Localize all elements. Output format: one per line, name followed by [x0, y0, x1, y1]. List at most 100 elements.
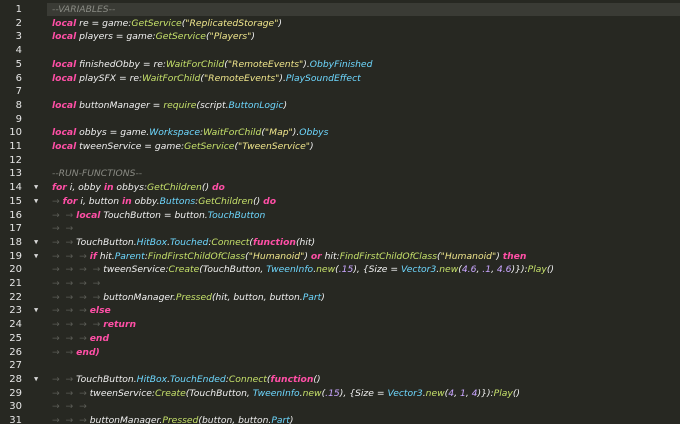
code-line[interactable]: 8 local buttonManager = require(script.Bu…	[0, 99, 680, 113]
code-token: buttonManager =	[76, 99, 164, 111]
code-token: players =	[76, 31, 127, 43]
line-number: 31	[9, 415, 22, 424]
fold-toggle-icon[interactable]: ▼	[34, 250, 38, 264]
code-line[interactable]: 20 → → → → tweenService:Create(TouchButto…	[0, 263, 680, 277]
code-token: end)	[76, 346, 100, 358]
code-token: GetService	[155, 31, 206, 43]
code-token: do	[211, 182, 225, 194]
code-line[interactable]: 31 → → → buttonManager.Pressed(button, bu…	[0, 414, 680, 424]
code-token: GetChildren	[198, 195, 254, 207]
code-token: Connect	[211, 236, 250, 248]
line-code: → →	[52, 222, 73, 236]
code-line[interactable]: 24 → → → → return	[0, 318, 680, 332]
code-token: for	[52, 182, 67, 194]
fold-toggle-icon[interactable]: ▼	[34, 195, 38, 209]
code-token: ButtonLogic	[228, 99, 284, 111]
code-line[interactable]: 19 ▼ → → → if hit.Parent:FindFirstChildOfC…	[0, 250, 680, 264]
line-number: 23	[9, 305, 22, 317]
line-number: 14	[9, 182, 22, 194]
code-line[interactable]: 25 → → → end	[0, 332, 680, 346]
code-token: Play	[527, 264, 547, 276]
code-line[interactable]: 21 → → → →	[0, 277, 680, 291]
line-number: 15	[9, 195, 22, 207]
code-line[interactable]: 28 ▼ → → TouchButton.HitBox.TouchEnded:Con…	[0, 373, 680, 387]
code-line[interactable]: 30 → → →	[0, 400, 680, 414]
line-number: 6	[15, 72, 22, 84]
indent-guide: → → → →	[52, 319, 104, 331]
code-token: local	[52, 17, 77, 29]
indent-guide: → → →	[52, 305, 90, 317]
code-token: Play	[493, 387, 513, 399]
code-line[interactable]: 6 local playSFX = re:WaitForChild("Remote…	[0, 72, 680, 86]
code-token: "Humanoid"	[248, 250, 305, 262]
indent-guide: → →	[52, 236, 77, 248]
code-line[interactable]: 18 ▼ → → TouchButton.HitBox.Touched:Connec…	[0, 236, 680, 250]
code-token: HitBox	[136, 373, 168, 385]
line-code: → → →	[52, 400, 87, 414]
line-number: 29	[9, 387, 22, 399]
code-line[interactable]: 17 → →	[0, 222, 680, 236]
code-token: )	[309, 141, 314, 152]
code-token: game	[126, 31, 153, 43]
code-token: WaitForChild	[203, 127, 262, 139]
fold-toggle-icon[interactable]: ▼	[34, 236, 38, 250]
code-token: .15	[325, 387, 340, 399]
code-line[interactable]: 12	[0, 154, 680, 168]
code-token: )	[321, 291, 325, 303]
code-line[interactable]: 27	[0, 359, 680, 373]
code-line[interactable]: 1 --VARIABLES--	[0, 3, 680, 17]
code-token: TouchButton.	[76, 236, 137, 248]
code-line[interactable]: 23 ▼ → → → else	[0, 304, 680, 318]
code-token: Pressed	[175, 291, 212, 303]
code-token: TweenInfo	[252, 387, 300, 399]
code-line[interactable]: 29 → → → tweenService:Create(TouchButton,…	[0, 387, 680, 401]
code-line[interactable]: 4	[0, 44, 680, 58]
code-token: "RemoteEvents"	[227, 58, 304, 70]
fold-toggle-icon[interactable]: ▼	[34, 304, 38, 318]
code-token: TouchButton	[207, 209, 266, 221]
code-line[interactable]: 3 local players = game:GetService("Player…	[0, 30, 680, 44]
code-line[interactable]: 5 local finishedObby = re:WaitForChild("R…	[0, 58, 680, 72]
code-token: new	[316, 264, 336, 276]
indent-guide: →	[52, 195, 63, 207]
code-line[interactable]: 15 ▼ → for i, button in obby.Buttons:GetCh…	[0, 195, 680, 209]
code-token: function	[270, 373, 314, 385]
code-token: FindFirstChildOfClass	[339, 250, 437, 262]
fold-toggle-icon[interactable]: ▼	[34, 373, 38, 387]
code-token: ), {Size =	[339, 387, 388, 399]
code-line[interactable]: 16 → → local TouchButton = button.TouchBu…	[0, 209, 680, 223]
code-token: Parent	[114, 250, 145, 262]
indent-guide: → → → →	[52, 291, 104, 303]
indent-guide: → →	[52, 209, 77, 221]
code-token: )}):	[511, 264, 528, 276]
code-line[interactable]: 13 --RUN-FUNCTIONS--	[0, 167, 680, 181]
indent-guide: → → →	[52, 415, 90, 424]
code-token: (TouchButton,	[199, 264, 267, 276]
code-token: else	[89, 305, 111, 317]
code-token: 4.6	[461, 264, 477, 276]
code-line[interactable]: 7	[0, 85, 680, 99]
code-token: local	[52, 99, 77, 111]
code-line[interactable]: 2 local re = game:GetService("ReplicatedS…	[0, 17, 680, 31]
code-token: )	[251, 31, 255, 43]
code-token: (script.	[196, 99, 229, 111]
code-line[interactable]: 14 ▼ for i, obby in obbys:GetChildren() do	[0, 181, 680, 195]
line-number: 17	[9, 223, 22, 235]
code-token: PlaySoundEffect	[285, 72, 361, 84]
line-number: 19	[9, 250, 22, 262]
code-token: Workspace	[149, 127, 200, 139]
code-line[interactable]: 26 → → end)	[0, 346, 680, 360]
code-editor[interactable]: 1 --VARIABLES-- 2 local re = game:GetServic…	[0, 0, 680, 424]
code-line[interactable]: 10 local obbys = game.Workspace:WaitForCh…	[0, 126, 680, 140]
code-token: GetService	[184, 141, 235, 152]
code-line[interactable]: 22 → → → → buttonManager.Pressed(hit, but…	[0, 291, 680, 305]
code-token: in	[103, 182, 114, 194]
code-token: (hit, button, button.	[211, 291, 303, 303]
code-token: FindFirstChildOfClass	[147, 250, 246, 262]
fold-toggle-icon[interactable]: ▼	[34, 181, 38, 195]
code-line[interactable]: 9	[0, 113, 680, 127]
code-token: new	[425, 387, 445, 399]
indent-guide: → → →	[52, 387, 90, 399]
code-token: GetChildren	[147, 182, 202, 194]
code-line[interactable]: 11 local tweenService = game:GetService("…	[0, 140, 680, 154]
